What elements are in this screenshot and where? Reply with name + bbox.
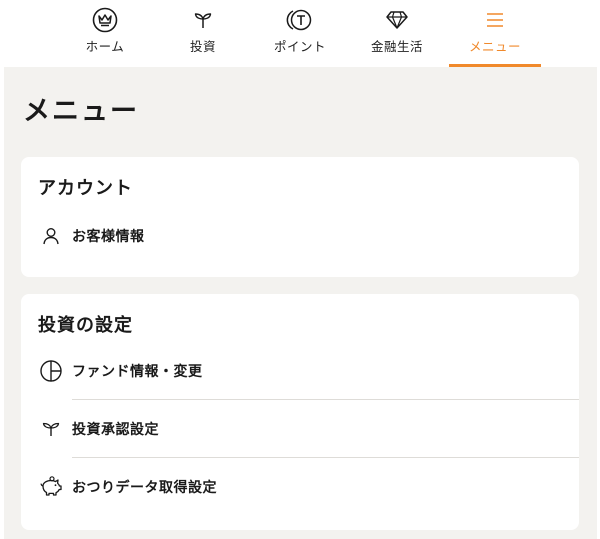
person-icon <box>39 224 63 248</box>
menu-item-invest-approval[interactable]: 投資承認設定 <box>21 400 579 458</box>
menu-item-fund-info[interactable]: ファンド情報・変更 <box>21 342 579 400</box>
nav-tab-life-label: 金融生活 <box>370 39 423 54</box>
menu-item-customer-info-label: お客様情報 <box>72 229 145 245</box>
nav-tab-home[interactable]: ホーム <box>59 0 151 67</box>
page-title: メニュー <box>23 96 139 127</box>
nav-tab-menu-label: メニュー <box>468 39 521 54</box>
invest-settings-section-card: 投資の設定 ファンド情報・変更 投資承認設定 おつりデータ取得設定 <box>21 294 579 530</box>
menu-item-change-data-label: おつりデータ取得設定 <box>72 480 217 496</box>
nav-tab-invest-label: 投資 <box>189 39 216 54</box>
menu-item-invest-approval-label: 投資承認設定 <box>72 422 159 438</box>
nav-tab-invest[interactable]: 投資 <box>157 0 249 67</box>
nav-tab-point[interactable]: ポイント <box>254 0 346 67</box>
menu-item-customer-info[interactable]: お客様情報 <box>21 207 579 265</box>
nav-tab-life[interactable]: 金融生活 <box>351 0 443 67</box>
main-content: メニュー アカウント お客様情報 投資の設定 ファンド情報・変更 投資承認設定 … <box>4 67 597 539</box>
piggy-bank-icon <box>39 475 63 499</box>
home-emblem-icon <box>91 7 119 33</box>
top-navigation: ホーム 投資 ポイント 金融生活 メニュー <box>0 0 600 67</box>
account-section-card: アカウント お客様情報 <box>21 157 579 277</box>
account-section-title: アカウント <box>38 178 133 199</box>
menu-item-fund-info-label: ファンド情報・変更 <box>72 364 203 380</box>
nav-tab-point-label: ポイント <box>273 39 326 54</box>
sprout-icon <box>189 7 217 33</box>
nav-tab-home-label: ホーム <box>85 39 125 54</box>
sprout-icon <box>39 417 63 441</box>
diamond-icon <box>383 7 411 33</box>
nav-tab-menu[interactable]: メニュー <box>449 0 541 67</box>
menu-item-change-data[interactable]: おつりデータ取得設定 <box>21 458 579 516</box>
hamburger-menu-icon <box>481 7 509 33</box>
point-coin-icon <box>286 7 314 33</box>
invest-settings-section-title: 投資の設定 <box>38 315 133 336</box>
pie-chart-icon <box>39 359 63 383</box>
